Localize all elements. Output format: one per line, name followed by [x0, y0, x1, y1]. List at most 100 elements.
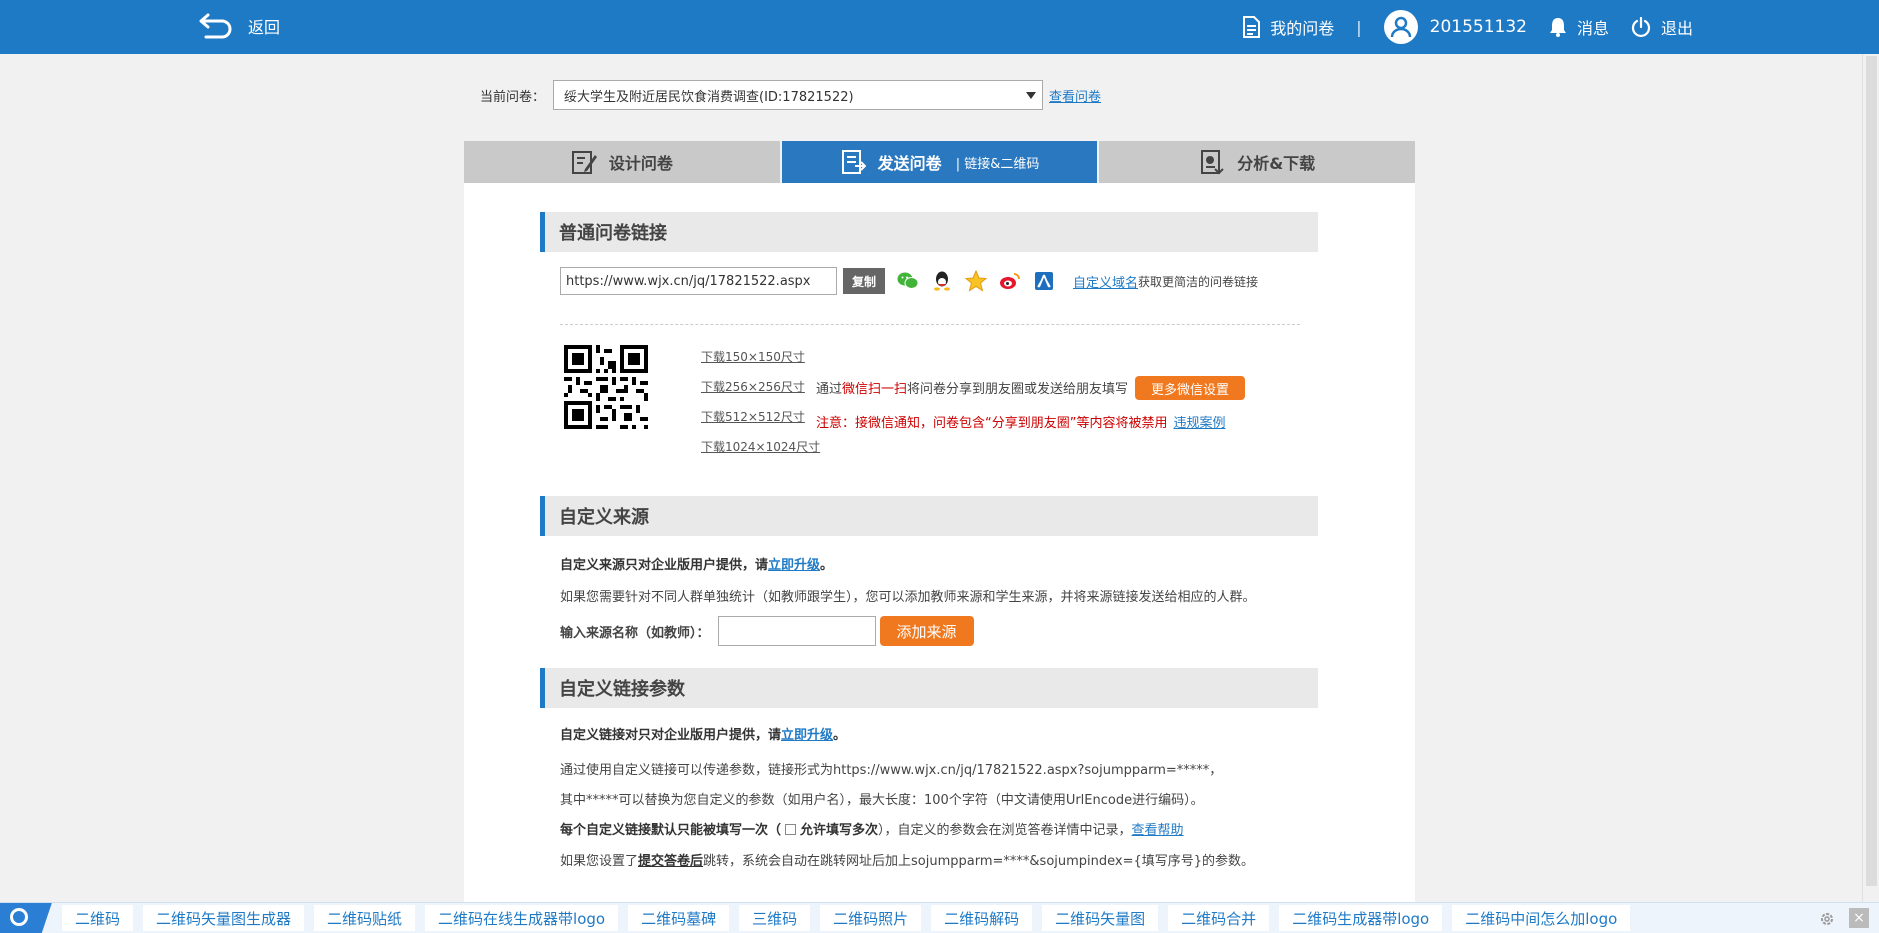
qr-code-image: [564, 345, 648, 429]
bottom-link-item[interactable]: 二维码在线生成器带logo: [425, 905, 619, 931]
param-line-1: 通过使用自定义链接可以传递参数，链接形式为https://www.wjx.cn/…: [560, 763, 1223, 778]
source-note-period: 。: [820, 558, 834, 573]
param-note-period: 。: [833, 728, 847, 743]
vertical-scrollbar[interactable]: [1862, 54, 1879, 902]
source-name-input[interactable]: [717, 616, 876, 646]
bottom-link-item[interactable]: 二维码照片: [820, 905, 922, 931]
search-logo-icon[interactable]: [0, 902, 52, 933]
bottom-link-item[interactable]: 二维码矢量图: [1042, 905, 1159, 931]
source-section-title: 自定义来源: [540, 496, 1318, 536]
source-note-text: 自定义来源只对企业版用户提供，请: [560, 558, 769, 573]
param-line-4-suffix: 跳转，系统会自动在跳转网址后加上sojumpparm=****&sojumpin…: [703, 854, 1255, 869]
top-right-nav: 我的问卷 | 201551132 消息 退出: [1242, 0, 1693, 54]
bottom-link-item[interactable]: 三维码: [739, 905, 811, 931]
source-enterprise-note: 自定义来源只对企业版用户提供，请立即升级。: [560, 554, 833, 573]
top-bar: 返回 我的问卷 | 201551132 消息 退出: [0, 0, 1879, 54]
link-section-title: 普通问卷链接: [540, 212, 1318, 252]
user-id[interactable]: 201551132: [1430, 17, 1527, 37]
my-surveys-label: 我的问卷: [1270, 19, 1335, 38]
wechat-warning: 注意：接微信通知，问卷包含“分享到朋友圈”等内容将被禁用 违规案例: [816, 412, 1226, 431]
analysis-icon: [1201, 150, 1224, 175]
bottom-link-item[interactable]: 二维码合并: [1168, 905, 1270, 931]
custom-domain-tip: 获取更简洁的问卷链接: [1138, 274, 1259, 289]
weibo-icon[interactable]: [999, 270, 1021, 292]
param-line-3-rest: ），自定义的参数会在浏览答卷详情中记录，: [878, 823, 1132, 838]
view-help-link[interactable]: 查看帮助: [1132, 823, 1184, 838]
download-512-link[interactable]: 下载512×512尺寸: [701, 410, 820, 424]
tab-send-sub: | 链接&二维码: [955, 156, 1040, 172]
qq-icon[interactable]: [931, 270, 953, 292]
back-arrow-icon: [199, 13, 232, 39]
tab-analysis[interactable]: 分析&下载: [1099, 141, 1416, 183]
document-icon: [1243, 16, 1261, 38]
my-surveys-link[interactable]: 我的问卷: [1242, 15, 1334, 39]
bottom-link-item[interactable]: 二维码生成器带logo: [1279, 905, 1443, 931]
copy-button[interactable]: 复制: [843, 268, 885, 294]
download-1024-link[interactable]: 下载1024×1024尺寸: [701, 440, 820, 454]
nav-separator: |: [1356, 17, 1362, 37]
edit-form-icon: [571, 151, 597, 174]
messages-label: 消息: [1576, 19, 1609, 38]
bottom-link-item[interactable]: 二维码: [62, 905, 134, 931]
dashed-divider: [560, 324, 1300, 325]
survey-select[interactable]: 绥大学生及附近居民饮食消费调查(ID:17821522): [553, 80, 1044, 110]
source-upgrade-link[interactable]: 立即升级: [768, 558, 820, 573]
bottom-link-item[interactable]: 二维码贴纸: [314, 905, 416, 931]
main-panel: 普通问卷链接 复制 自定义域名 获取更简洁的问卷链接: [464, 183, 1415, 903]
download-size-list: 下载150×150尺寸 下载256×256尺寸 下载512×512尺寸 下载10…: [701, 350, 820, 470]
tab-send-label: 发送问卷: [877, 154, 942, 173]
survey-select-value: 绥大学生及附近居民饮食消费调查(ID:17821522): [564, 89, 854, 105]
selector-label: 当前问卷：: [480, 89, 546, 105]
scrollbar-thumb[interactable]: [1866, 56, 1877, 886]
gear-icon[interactable]: [1819, 911, 1835, 927]
param-line-2: 其中*****可以替换为您自定义的参数（如用户名），最大长度：100个字符（中文…: [560, 793, 1204, 808]
warning-text: 注意：接微信通知，问卷包含“分享到朋友圈”等内容将被禁用: [816, 416, 1168, 431]
download-150-link[interactable]: 下载150×150尺寸: [701, 350, 820, 364]
survey-url-input[interactable]: [560, 267, 837, 295]
param-section-title: 自定义链接参数: [540, 668, 1318, 708]
power-icon: [1631, 17, 1651, 37]
avatar[interactable]: [1383, 10, 1418, 44]
send-form-icon: [841, 150, 866, 174]
wx-prefix: 通过: [816, 382, 843, 397]
param-line-4-prefix: 如果您设置了: [560, 854, 639, 869]
download-256-link[interactable]: 下载256×256尺寸: [701, 380, 820, 394]
custom-domain-link[interactable]: 自定义域名: [1073, 272, 1138, 291]
after-submit-link[interactable]: 提交答卷后: [638, 854, 703, 869]
bottom-link-item[interactable]: 二维码解码: [931, 905, 1033, 931]
bottom-link-item[interactable]: 二维码中间怎么加logo: [1452, 905, 1631, 931]
url-row: 复制 自定义域名 获取更简洁的问卷链接: [560, 267, 1258, 295]
tab-design[interactable]: 设计问卷: [464, 141, 782, 183]
bottom-search-bar: 二维码 二维码矢量图生成器 二维码贴纸 二维码在线生成器带logo 二维码墓碑 …: [0, 902, 1879, 933]
tab-design-label: 设计问卷: [608, 154, 673, 173]
view-survey-link[interactable]: 查看问卷: [1049, 86, 1101, 105]
renren-icon[interactable]: [1033, 270, 1055, 292]
wechat-icon[interactable]: [897, 270, 919, 292]
allow-multiple-checkbox[interactable]: [785, 824, 797, 835]
qzone-star-icon[interactable]: [965, 270, 987, 292]
wx-suffix: 将问卷分享到朋友圈或发送给朋友填写: [907, 382, 1129, 397]
add-source-button[interactable]: 添加来源: [879, 616, 974, 646]
violation-cases-link[interactable]: 违规案例: [1173, 416, 1225, 431]
source-input-row: 输入来源名称（如教师）： 添加来源: [560, 616, 974, 646]
allow-multiple-label[interactable]: 允许填写多次: [800, 823, 878, 838]
survey-selector-row: 当前问卷： 绥大学生及附近居民饮食消费调查(ID:17821522) 查看问卷: [480, 80, 1101, 110]
bottom-link-item[interactable]: 二维码矢量图生成器: [143, 905, 305, 931]
main-tabs: 设计问卷 发送问卷 | 链接&二维码 分析&下载: [464, 141, 1416, 183]
back-button[interactable]: 返回: [198, 11, 280, 41]
messages-link[interactable]: 消息: [1549, 15, 1609, 39]
tab-send[interactable]: 发送问卷 | 链接&二维码: [781, 141, 1100, 183]
param-line-3: 每个自定义链接默认只能被填写一次（ 允许填写多次），自定义的参数会在浏览答卷详情中…: [560, 819, 1184, 838]
logout-link[interactable]: 退出: [1631, 15, 1693, 39]
param-upgrade-link[interactable]: 立即升级: [781, 728, 833, 743]
wechat-share-tip: 通过微信扫一扫将问卷分享到朋友圈或发送给朋友填写: [816, 378, 1128, 397]
close-icon[interactable]: ×: [1849, 908, 1869, 928]
more-wechat-settings-button[interactable]: 更多微信设置: [1135, 376, 1245, 400]
back-label: 返回: [248, 18, 281, 37]
param-line-4: 如果您设置了提交答卷后跳转，系统会自动在跳转网址后加上sojumpparm=**…: [560, 850, 1254, 869]
logout-label: 退出: [1660, 19, 1693, 38]
wx-scan-highlight: 微信扫一扫: [842, 382, 908, 397]
tab-analysis-label: 分析&下载: [1237, 154, 1316, 173]
source-description: 如果您需要针对不同人群单独统计（如教师跟学生），您可以添加教师来源和学生来源，并…: [560, 590, 1256, 605]
bottom-link-item[interactable]: 二维码墓碑: [628, 905, 730, 931]
